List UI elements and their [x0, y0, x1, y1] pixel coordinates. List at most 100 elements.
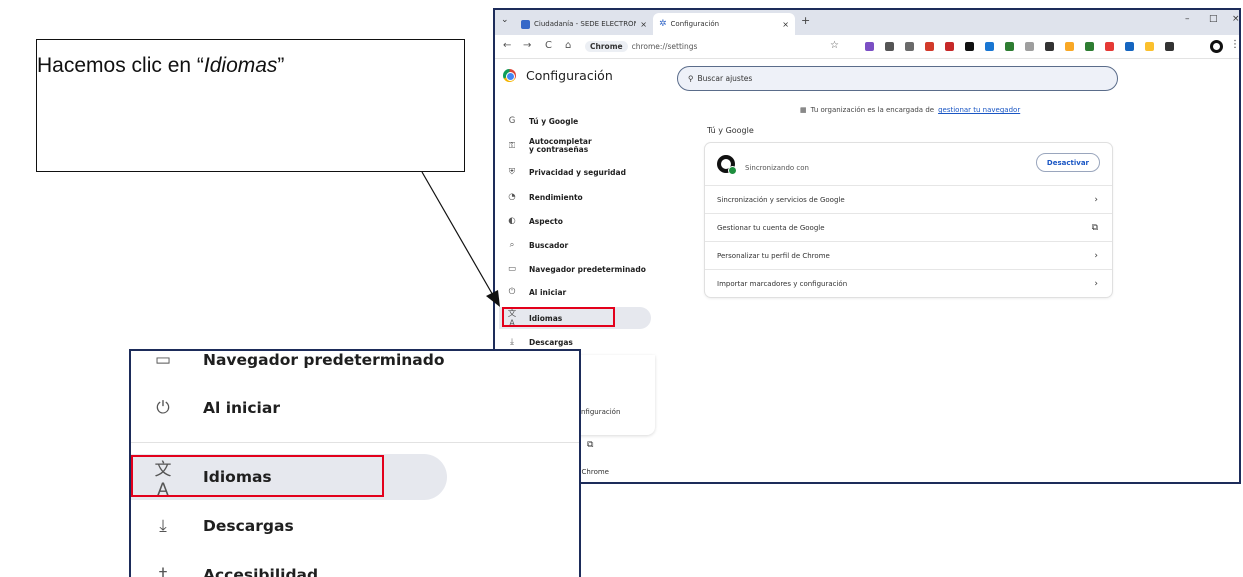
sidebar-item-descargas[interactable]: ⤓ Descargas [131, 503, 447, 549]
extension-icon[interactable] [905, 42, 914, 51]
extension-icon[interactable] [885, 42, 894, 51]
download-icon: ⤓ [510, 337, 514, 347]
sidebar-item-navegador-predeterminado[interactable]: ▭ Navegador predeterminado [131, 350, 447, 383]
external-link-icon: ⧉ [587, 440, 594, 450]
gear-icon: ✲ [659, 19, 667, 29]
tab-close-icon[interactable]: × [640, 20, 647, 29]
search-icon: ⚲ [688, 74, 694, 83]
page-title: Configuración [526, 68, 613, 83]
highlight-box-idiomas [131, 455, 384, 497]
palette-icon: ◐ [508, 216, 516, 226]
extension-icon[interactable] [1085, 42, 1094, 51]
new-tab-button[interactable]: + [801, 14, 810, 27]
row-manage-account[interactable]: Gestionar tu cuenta de Google ⧉ [705, 213, 1112, 241]
building-icon: ▦ [800, 106, 807, 114]
sidebar-item-navegador-predeterminado[interactable]: ▭ Navegador predeterminado [499, 258, 651, 280]
sidebar-item-buscador[interactable]: ⌕ Buscador [499, 234, 651, 256]
row-import-bookmarks[interactable]: Importar marcadores y configuración › [705, 269, 1112, 297]
extension-icon[interactable] [1105, 42, 1114, 51]
sidebar-item-label: Descargas [203, 517, 294, 535]
menu-icon[interactable]: ⋮ [1230, 39, 1239, 50]
settings-header: Configuración [503, 68, 613, 83]
tab-strip: ⌄ Ciudadanía - SEDE ELECTRÓNI × ✲ Config… [495, 10, 1239, 35]
row-label: Gestionar tu cuenta de Google [717, 223, 825, 232]
google-icon: G [508, 116, 516, 126]
account-avatar [717, 155, 737, 175]
row-customize-profile[interactable]: Personalizar tu perfil de Chrome › [705, 241, 1112, 269]
sidebar-item-label: Aspecto [529, 216, 563, 226]
sidebar-item-al-iniciar[interactable]: ⏻ Al iniciar [131, 385, 447, 431]
browser-screenshot: ⌄ Ciudadanía - SEDE ELECTRÓNI × ✲ Config… [493, 8, 1241, 484]
power-icon: ⏻ [156, 398, 170, 418]
close-window-button[interactable]: × [1232, 14, 1239, 24]
external-link-icon: ⧉ [1091, 222, 1098, 233]
browser-window-icon: ▭ [154, 350, 172, 370]
instruction-text: Hacemos clic en “Idiomas” [37, 54, 464, 78]
tab-close-icon[interactable]: × [782, 20, 789, 29]
section-title: Tú y Google [707, 126, 754, 135]
deactivate-button[interactable]: Desactivar [1035, 153, 1100, 172]
extension-icon[interactable] [1065, 42, 1074, 51]
tab-title: Configuración [670, 20, 720, 28]
row-sync-services[interactable]: Sincronización y servicios de Google › [705, 185, 1112, 213]
extension-icon[interactable] [865, 42, 874, 51]
chrome-logo-icon [503, 69, 516, 82]
back-button[interactable]: ← [503, 40, 511, 51]
address-bar[interactable]: Chrome chrome://settings [585, 38, 845, 55]
manage-browser-link[interactable]: gestionar tu navegador [938, 106, 1020, 114]
instruction-callout: Hacemos clic en “Idiomas” [36, 39, 465, 172]
row-label: Sincronización y servicios de Google [717, 195, 845, 204]
sidebar-item-label: Buscador [529, 240, 569, 250]
sidebar-item-aspecto[interactable]: ◐ Aspecto [499, 210, 651, 232]
extension-icon[interactable] [945, 42, 954, 51]
instruction-text-emphasis: Idiomas [203, 54, 278, 77]
sidebar-item-autocompletar[interactable]: ⚿ Autocompletar y contraseñas [499, 135, 651, 157]
home-button[interactable]: ⌂ [565, 40, 571, 51]
extension-icon[interactable] [1165, 42, 1174, 51]
sidebar-item-label: Navegador predeterminado [529, 264, 646, 274]
profile-avatar-icon[interactable] [1210, 40, 1223, 53]
minimize-button[interactable]: – [1185, 14, 1190, 24]
extension-icon[interactable] [1125, 42, 1134, 51]
extension-icon[interactable] [925, 42, 934, 51]
power-icon: ⏻ [508, 287, 516, 297]
download-icon: ⤓ [159, 516, 167, 536]
sidebar-item-rendimiento[interactable]: ◔ Rendimiento [499, 186, 651, 208]
tab-search-icon[interactable]: ⌄ [501, 15, 509, 25]
sync-row: Sincronizando con Desactivar [705, 143, 1112, 185]
extension-icon[interactable] [965, 42, 974, 51]
speedometer-icon: ◔ [508, 192, 516, 202]
highlight-box-idiomas [502, 307, 615, 327]
row-label: Importar marcadores y configuración [717, 279, 848, 288]
sidebar-item-privacidad[interactable]: ⛨ Privacidad y seguridad [499, 161, 651, 183]
partial-config-text: nfiguración [581, 408, 621, 416]
extension-icon[interactable] [1025, 42, 1034, 51]
key-icon: ⚿ [508, 141, 516, 151]
tab-sede-electronica[interactable]: Ciudadanía - SEDE ELECTRÓNI × [515, 13, 653, 35]
sidebar-item-label: Tú y Google [529, 116, 579, 126]
forward-button[interactable]: → [523, 40, 531, 51]
search-icon: ⌕ [509, 240, 515, 250]
sidebar-item-al-iniciar[interactable]: ⏻ Al iniciar [499, 281, 651, 303]
sidebar-item-tu-y-google[interactable]: G Tú y Google [499, 110, 651, 132]
tab-configuracion[interactable]: ✲ Configuración × [653, 13, 795, 35]
sidebar-item-accesibilidad[interactable]: † Accesibilidad [131, 552, 447, 577]
browser-window-icon: ▭ [507, 264, 517, 274]
sidebar-item-label: Privacidad y seguridad [529, 167, 626, 177]
chrome-chip: Chrome [585, 41, 628, 52]
divider [131, 442, 579, 443]
row-label: Personalizar tu perfil de Chrome [717, 251, 830, 260]
maximize-button[interactable]: □ [1209, 14, 1218, 24]
search-settings-input[interactable]: ⚲ Buscar ajustes [677, 66, 1118, 91]
extension-icon[interactable] [985, 42, 994, 51]
search-placeholder: Buscar ajustes [697, 74, 753, 83]
instruction-text-before: Hacemos clic en “ [37, 54, 204, 77]
extension-icon[interactable] [1005, 42, 1014, 51]
bookmark-star-icon[interactable]: ☆ [830, 40, 839, 51]
you-and-google-card: Sincronizando con Desactivar Sincronizac… [705, 143, 1112, 297]
extension-icon[interactable] [1045, 42, 1054, 51]
chevron-right-icon: › [1094, 250, 1098, 261]
sync-status-text: Sincronizando con [745, 164, 809, 172]
reload-button[interactable]: C [545, 40, 552, 51]
extension-icon[interactable] [1145, 42, 1154, 51]
